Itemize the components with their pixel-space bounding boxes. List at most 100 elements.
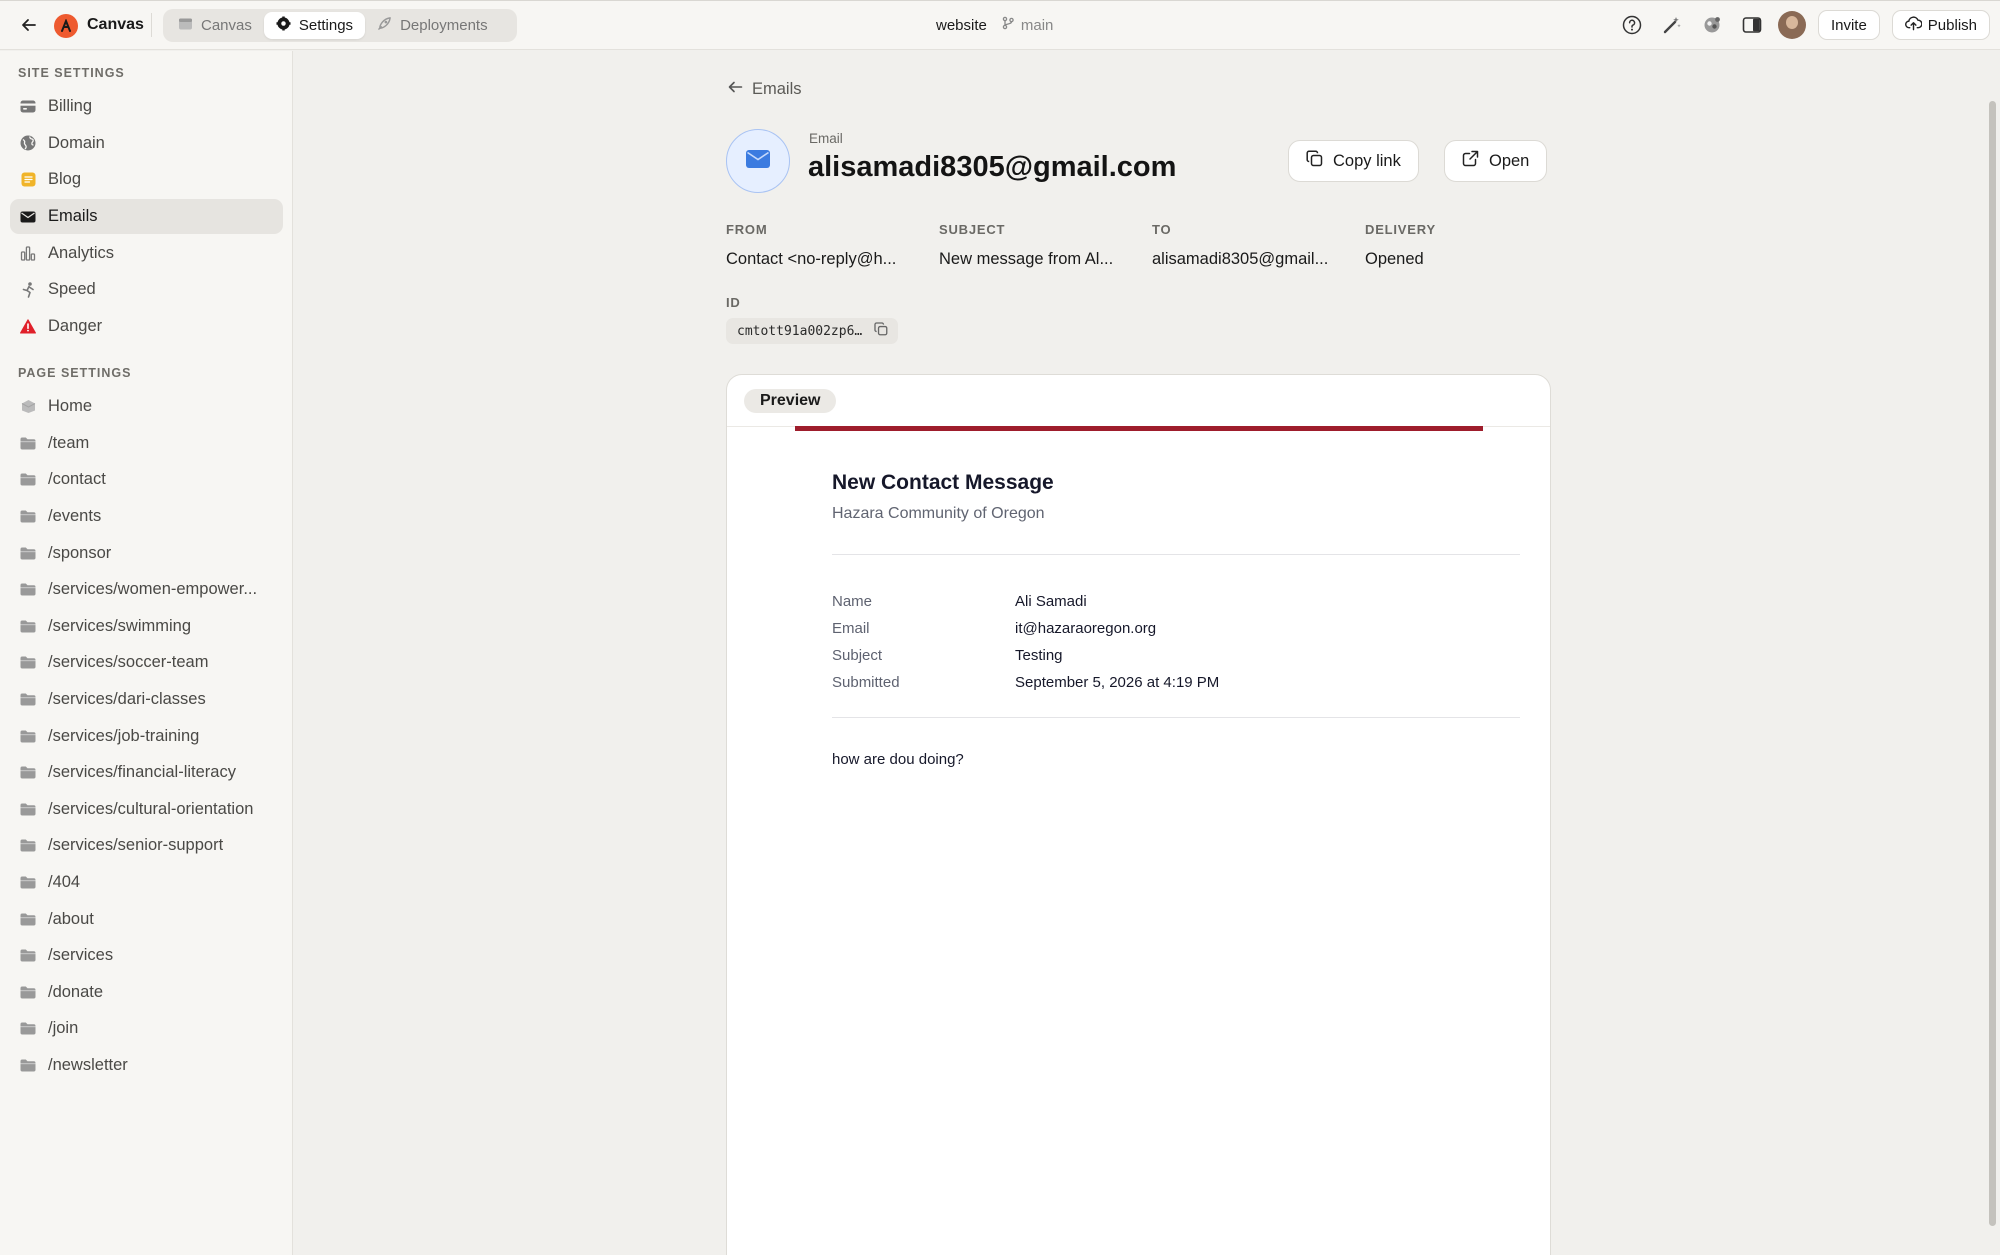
sidebar-item-label: /services/women-empower... xyxy=(48,580,258,599)
back-arrow-icon[interactable] xyxy=(18,14,40,36)
tab-label: Settings xyxy=(298,17,354,34)
sidebar-item-label: /about xyxy=(48,909,94,928)
sidebar-item-page[interactable]: /sponsor xyxy=(10,535,283,571)
publish-button[interactable]: Publish xyxy=(1891,10,1990,40)
sidebar-item-page[interactable]: /join xyxy=(10,1011,283,1047)
tab-canvas[interactable]: Canvas xyxy=(166,12,264,39)
magic-wand-icon[interactable] xyxy=(1658,10,1686,40)
home-icon xyxy=(20,399,36,415)
sidebar-item-page[interactable]: /services/job-training xyxy=(10,718,283,754)
field-row: Subject Testing xyxy=(832,642,1432,669)
folder-icon xyxy=(20,874,36,890)
envelope-icon xyxy=(745,149,771,174)
tab-preview[interactable]: Preview xyxy=(744,389,837,413)
sidebar-item-page[interactable]: /services/cultural-orientation xyxy=(10,792,283,828)
folder-icon xyxy=(20,801,36,817)
sidebar-item-label: Home xyxy=(48,397,93,416)
folder-icon xyxy=(20,655,36,671)
sidebar-item-page[interactable]: /team xyxy=(10,426,283,462)
open-button[interactable]: Open xyxy=(1444,140,1548,182)
tab-deployments[interactable]: Deployments xyxy=(365,12,500,39)
divider xyxy=(832,554,1520,555)
field-value: Testing xyxy=(1015,647,1063,664)
sidebar-item-home[interactable]: Home xyxy=(10,389,283,425)
sidebar-item-analytics[interactable]: Analytics xyxy=(10,235,283,271)
field-key: Name xyxy=(832,593,873,610)
sidebar-item-page[interactable]: /about xyxy=(10,901,283,937)
sidebar-item-page[interactable]: /donate xyxy=(10,975,283,1011)
external-link-icon xyxy=(1462,150,1479,172)
back-to-emails-link[interactable]: Emails xyxy=(728,80,802,99)
collaboration-icon[interactable] xyxy=(1698,10,1726,40)
gear-icon xyxy=(276,16,291,35)
site-name[interactable]: website xyxy=(936,17,987,34)
sidebar-item-page[interactable]: /services/financial-literacy xyxy=(10,755,283,791)
sidebar-item-label: Emails xyxy=(48,207,98,226)
tab-settings[interactable]: Settings xyxy=(263,12,366,39)
canvas-logo-icon xyxy=(54,14,78,38)
arrow-left-icon xyxy=(728,80,743,99)
publish-label: Publish xyxy=(1927,16,1977,34)
sidebar-item-page[interactable]: /newsletter xyxy=(10,1048,283,1084)
copy-icon[interactable] xyxy=(874,321,888,341)
main-scrollbar[interactable] xyxy=(1984,51,2000,1255)
site-settings-heading: SITE SETTINGS xyxy=(18,66,125,80)
sidebar-item-page[interactable]: /services/senior-support xyxy=(10,828,283,864)
email-accent-bar xyxy=(795,426,1483,431)
id-value: cmtott91a002zp6… xyxy=(737,323,863,339)
sidebar-item-page[interactable]: /services/swimming xyxy=(10,609,283,645)
project-switcher[interactable]: website main xyxy=(936,16,1053,34)
warning-icon xyxy=(20,318,36,334)
folder-icon xyxy=(20,472,36,488)
breadcrumb-label: Emails xyxy=(752,80,802,98)
sidebar-item-billing[interactable]: Billing xyxy=(10,89,283,125)
folder-icon xyxy=(20,1021,36,1037)
folder-icon xyxy=(20,692,36,708)
meta-value: New message from Al... xyxy=(939,250,1114,268)
sidebar-item-emails[interactable]: Emails xyxy=(10,198,283,235)
meta-value: Contact <no-reply@h... xyxy=(726,250,897,268)
sidebar-item-danger[interactable]: Danger xyxy=(10,309,283,345)
field-key: Email xyxy=(832,620,870,637)
sidebar-toggle-icon[interactable] xyxy=(1738,10,1766,40)
branch-selector[interactable]: main xyxy=(1001,16,1053,34)
sidebar-item-blog[interactable]: Blog xyxy=(10,162,283,198)
help-icon[interactable] xyxy=(1618,10,1646,40)
sidebar-item-speed[interactable]: Speed xyxy=(10,272,283,308)
sidebar-item-page[interactable]: /events xyxy=(10,499,283,535)
page-settings-heading: PAGE SETTINGS xyxy=(18,366,132,380)
field-value: September 5, 2026 at 4:19 PM xyxy=(1015,674,1220,691)
user-avatar[interactable] xyxy=(1777,11,1806,39)
app-name: Canvas xyxy=(87,16,144,33)
sidebar-item-label: Blog xyxy=(48,170,82,189)
tab-label: Deployments xyxy=(400,17,488,34)
sidebar-item-page[interactable]: /services/soccer-team xyxy=(10,645,283,681)
scrollbar-thumb[interactable] xyxy=(1989,101,1996,1226)
sidebar-item-page[interactable]: /services/dari-classes xyxy=(10,682,283,718)
top-tabs: Canvas Settings Deployments xyxy=(163,9,517,42)
invite-button[interactable]: Invite xyxy=(1817,10,1880,40)
sidebar-item-domain[interactable]: Domain xyxy=(10,126,283,162)
sidebar-item-page[interactable]: /contact xyxy=(10,462,283,498)
email-detail-panel: Emails Email alisamadi8305@gmail.com Cop… xyxy=(294,51,1984,1255)
copy-link-button[interactable]: Copy link xyxy=(1288,140,1419,182)
folder-icon xyxy=(20,765,36,781)
meta-delivery: DELIVERY Opened xyxy=(1365,222,1565,269)
folder-icon xyxy=(20,984,36,1000)
sidebar-item-page[interactable]: /services xyxy=(10,938,283,974)
divider xyxy=(832,717,1520,718)
field-value: Ali Samadi xyxy=(1015,593,1087,610)
sidebar-item-label: /events xyxy=(48,507,102,526)
sidebar-item-label: /services xyxy=(48,946,114,965)
id-chip: cmtott91a002zp6… xyxy=(726,318,899,344)
envelope-icon xyxy=(20,209,36,225)
sidebar-item-label: /contact xyxy=(48,470,106,489)
field-row: Name Ali Samadi xyxy=(832,588,1432,615)
sidebar-item-label: /services/job-training xyxy=(48,726,200,745)
git-branch-icon xyxy=(1001,16,1015,34)
sidebar-item-page[interactable]: /services/women-empower... xyxy=(10,572,283,608)
sidebar-item-label: Danger xyxy=(48,316,103,335)
settings-sidebar: SITE SETTINGS Billing Domain Blog Emails… xyxy=(0,51,293,1255)
sidebar-item-page[interactable]: /404 xyxy=(10,865,283,901)
email-subheading: Hazara Community of Oregon xyxy=(832,505,1045,522)
